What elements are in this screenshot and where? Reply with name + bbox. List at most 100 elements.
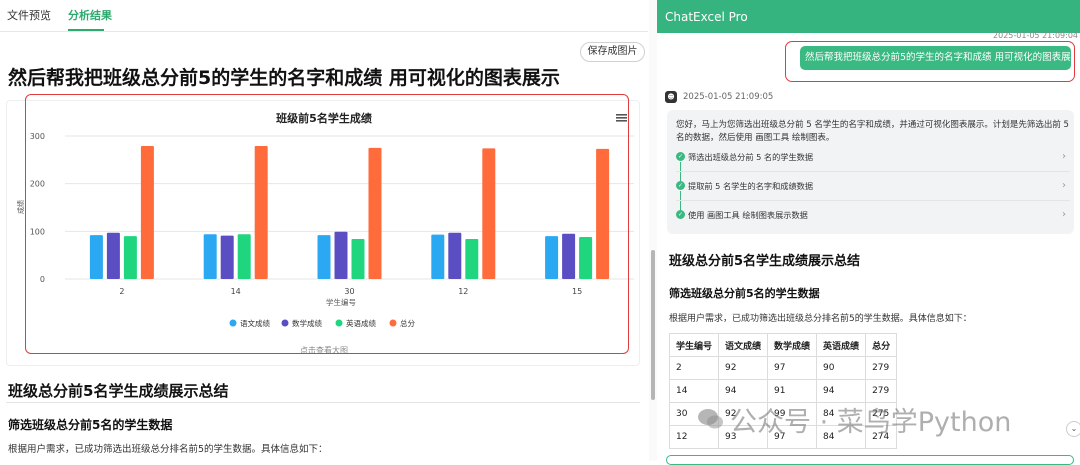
chevron-right-icon: ›	[1062, 151, 1066, 162]
table-header-row: 学生编号 语文成绩 数学成绩 英语成绩 总分	[668, 333, 898, 357]
bot-intro-text: 您好，马上为您筛选出班级总分前 5 名学生的名字和成绩，并通过可视化图表展示。计…	[676, 120, 1069, 143]
bar	[237, 234, 251, 279]
table-row: 2 92 97 90 279	[668, 356, 898, 380]
plan-step-label: 使用 画图工具 绘制图表展示数据	[688, 210, 808, 220]
x-tick-label: 15	[572, 287, 582, 296]
check-circle-icon: ✓	[676, 181, 685, 190]
divider	[676, 200, 1070, 201]
y-axis-label: 成绩	[16, 200, 25, 214]
table-cell: 14	[668, 379, 720, 403]
column-header: 语文成绩	[718, 333, 769, 357]
chevron-right-icon: ›	[1062, 209, 1066, 220]
plan-step-label: 筛选出班级总分前 5 名的学生数据	[688, 152, 814, 162]
plan-step-label: 提取前 5 名学生的名字和成绩数据	[688, 181, 814, 191]
bar	[431, 234, 445, 279]
bar	[596, 148, 610, 279]
bar	[334, 231, 348, 279]
y-tick-label: 300	[30, 132, 45, 141]
legend-marker	[229, 319, 237, 327]
x-tick-label: 14	[231, 287, 241, 296]
user-timestamp: 2025-01-05 21:09:04	[993, 31, 1078, 40]
plan-step[interactable]: ✓ 筛选出班级总分前 5 名的学生数据 ›	[676, 148, 1070, 166]
chart-title: 班级前5名学生成绩	[276, 111, 372, 125]
menu-icon	[616, 114, 627, 116]
y-tick-label: 100	[30, 227, 45, 236]
x-tick-label: 12	[458, 287, 468, 296]
scroll-down-icon[interactable]: ⌄	[1066, 421, 1080, 437]
column-header: 学生编号	[668, 333, 720, 357]
watermark-text: 公众号 · 菜鸟学Python	[730, 407, 1012, 438]
chat-pane: ChatExcel Pro 2025-01-05 21:09:04 然后帮我把班…	[657, 0, 1080, 461]
table-cell: 2	[668, 356, 720, 380]
table-cell: 97	[767, 356, 818, 380]
tab-analysis-results[interactable]: 分析结果	[68, 7, 112, 23]
legend-marker	[281, 319, 289, 327]
plan-step[interactable]: ✓ 提取前 5 名学生的名字和成绩数据 ›	[676, 177, 1070, 195]
legend-label: 数学成绩	[292, 318, 322, 328]
bar	[89, 235, 103, 279]
legend-label: 总分	[400, 318, 415, 328]
divider	[676, 171, 1070, 172]
bar	[482, 148, 496, 279]
bar-chart: 班级前5名学生成绩 0 100 200 300 成绩 2 14 30 12 15 学生编号语文成绩 数学…	[16, 111, 634, 355]
bar	[123, 236, 137, 279]
bar	[579, 237, 593, 279]
wechat-icon	[698, 409, 723, 429]
y-tick-label: 0	[40, 275, 45, 284]
bar	[562, 233, 576, 279]
y-tick-label: 200	[30, 180, 45, 189]
bar	[140, 146, 154, 279]
column-header: 数学成绩	[767, 333, 818, 357]
table-cell: 279	[865, 356, 898, 380]
save-as-image-button[interactable]: 保存成图片	[580, 42, 645, 62]
menu-icon	[616, 117, 627, 119]
bar	[220, 235, 234, 279]
legend-marker	[389, 319, 397, 327]
bar	[351, 238, 365, 279]
bar	[317, 235, 331, 279]
summary-heading: 班级总分前5名学生成绩展示总结	[8, 382, 229, 400]
table-cell: 92	[718, 356, 769, 380]
bar	[545, 236, 559, 279]
divider	[6, 402, 640, 403]
x-tick-label: 2	[119, 287, 124, 296]
bar	[368, 147, 382, 279]
tab-bar: 文件预览 分析结果	[0, 0, 648, 32]
legend-label: 语文成绩	[240, 318, 270, 328]
analysis-pane: 文件预览 分析结果 保存成图片 然后帮我把班级总分前5的学生的名字和成绩 用可视…	[0, 0, 648, 461]
bar	[203, 234, 217, 279]
column-header: 英语成绩	[816, 333, 867, 357]
user-message-bubble: 然后帮我把班级总分前5的学生的名字和成绩 用可视化的图表展示	[800, 46, 1071, 70]
summary-paragraph: 根据用户需求，已成功筛选出班级总分排名前5的学生数据。具体信息如下：	[8, 444, 328, 455]
table-cell: 90	[816, 356, 867, 380]
scrollbar-thumb[interactable]	[651, 250, 655, 400]
bar	[465, 238, 479, 279]
bar	[106, 232, 120, 279]
plan-card: 您好，马上为您筛选出班级总分前 5 名学生的名字和成绩，并通过可视化图表展示。计…	[667, 110, 1074, 234]
active-tab-indicator	[68, 29, 104, 31]
chat-summary-heading: 班级总分前5名学生成绩展示总结	[669, 254, 861, 269]
chat-input-box[interactable]	[666, 455, 1074, 465]
column-header: 总分	[865, 333, 898, 357]
x-axis-label: 学生编号	[326, 297, 356, 307]
bot-avatar-icon: ☻	[665, 91, 677, 103]
tab-file-preview[interactable]: 文件预览	[7, 7, 51, 23]
summary-subheading: 筛选班级总分前5名的学生数据	[8, 418, 173, 432]
bar	[254, 146, 268, 279]
chat-summary-paragraph: 根据用户需求，已成功筛选出班级总分排名前5的学生数据。具体信息如下：	[669, 314, 972, 324]
chevron-right-icon: ›	[1062, 180, 1066, 191]
app-title: ChatExcel Pro	[665, 10, 748, 24]
bar	[448, 232, 462, 279]
chart-card[interactable]: 班级前5名学生成绩 0 100 200 300 成绩 2 14 30 12 15 学生编号语文成绩 数学…	[6, 100, 640, 366]
check-circle-icon: ✓	[676, 152, 685, 161]
check-circle-icon: ✓	[676, 210, 685, 219]
chat-header: ChatExcel Pro	[657, 0, 1080, 33]
x-tick-label: 30	[344, 287, 354, 296]
bot-timestamp: 2025-01-05 21:09:05	[683, 92, 774, 102]
page-title: 然后帮我把班级总分前5的学生的名字和成绩 用可视化的图表展示	[8, 67, 560, 89]
chat-summary-subheading: 筛选班级总分前5名的学生数据	[669, 287, 820, 300]
plan-step[interactable]: ✓ 使用 画图工具 绘制图表展示数据 ›	[676, 206, 1070, 224]
legend-label: 英语成绩	[346, 318, 376, 328]
legend-marker	[335, 319, 343, 327]
view-large-link: 点击查看大图	[300, 345, 348, 355]
